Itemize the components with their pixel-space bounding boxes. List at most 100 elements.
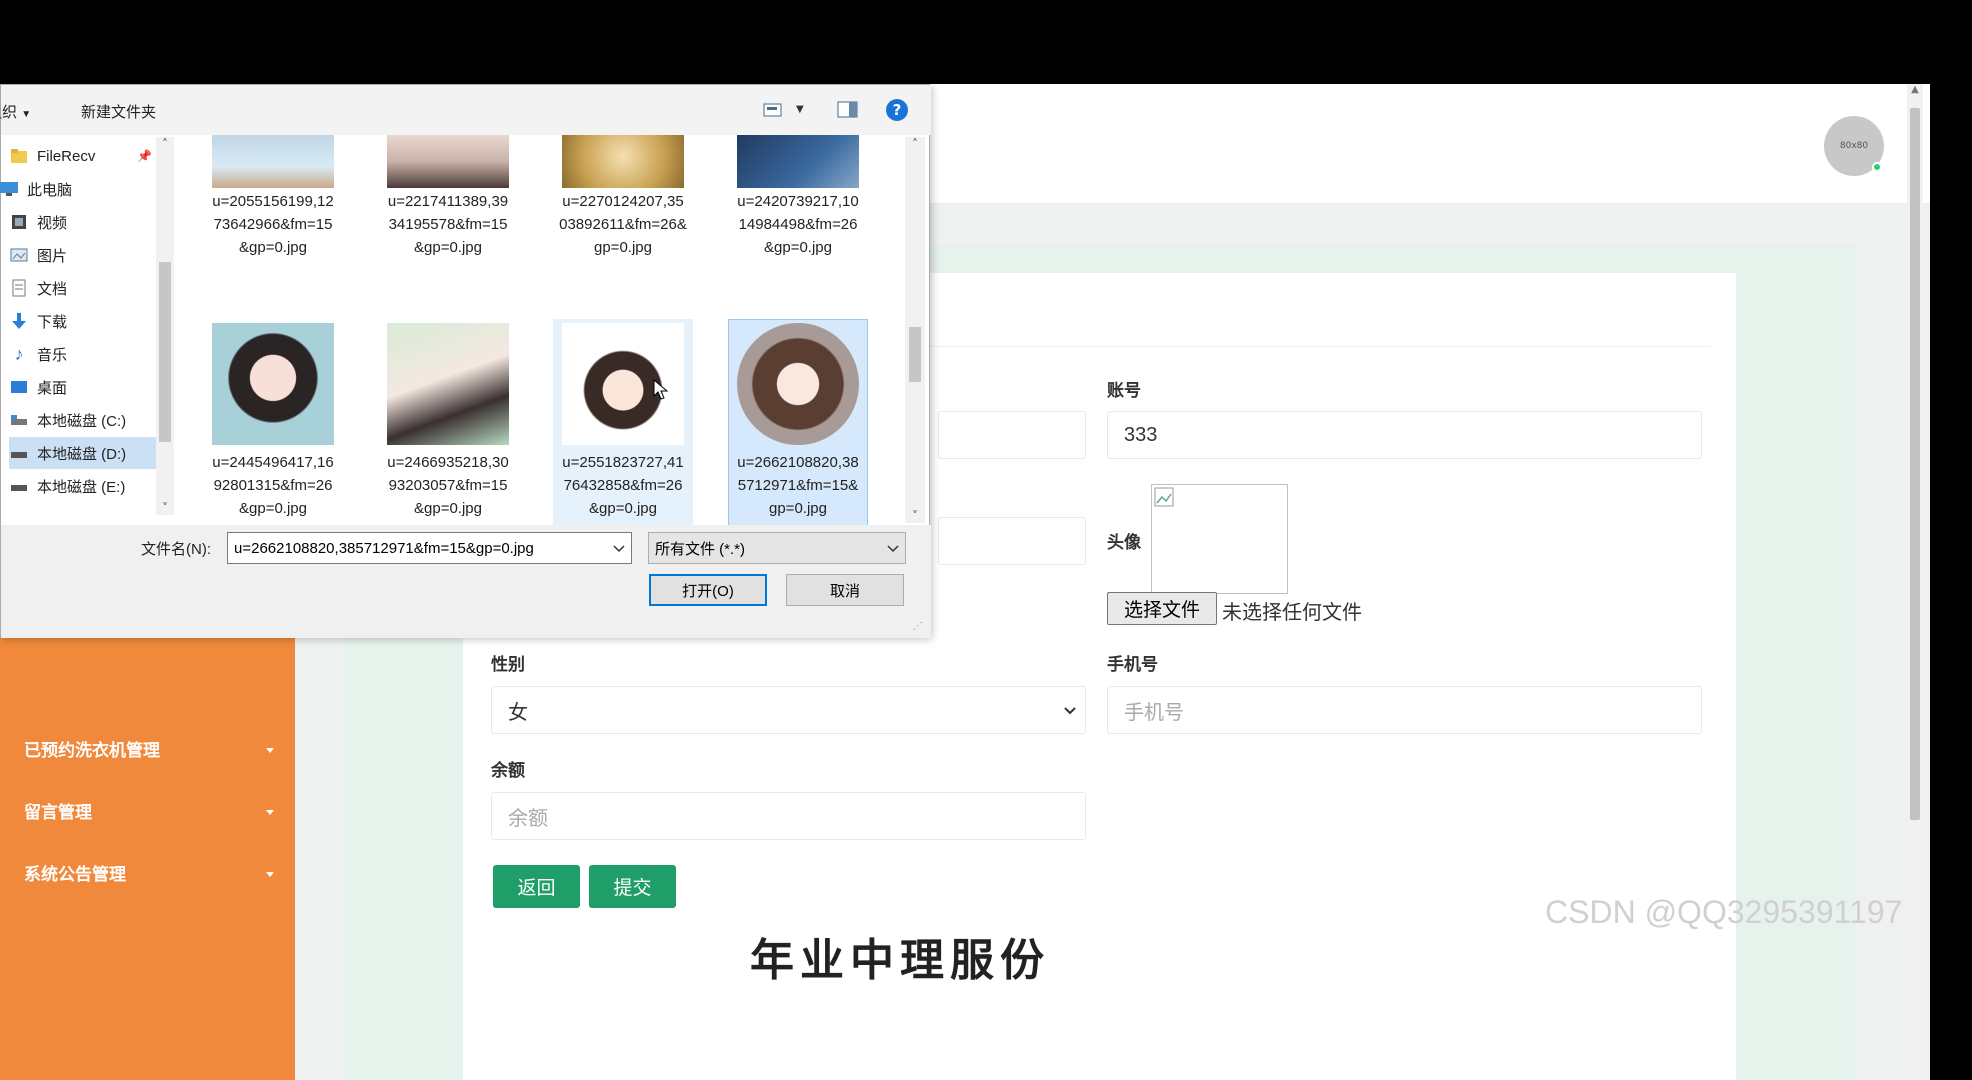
drive-icon bbox=[9, 412, 29, 428]
avatar-label: 头像 bbox=[1107, 533, 1141, 552]
nav-scrollbar[interactable]: ˄ ˅ bbox=[156, 137, 174, 515]
scroll-up-arrow[interactable]: ˄ bbox=[905, 137, 925, 151]
preview-pane-icon[interactable] bbox=[837, 101, 859, 119]
bottom-cut-heading: 年业中理服份 bbox=[750, 936, 1050, 985]
file-item[interactable]: u=2420739217,1014984498&fm=26&gp=0.jpg bbox=[728, 135, 868, 259]
file-item[interactable]: u=2217411389,3934195578&fm=15&gp=0.jpg bbox=[378, 135, 518, 259]
scrollbar-thumb[interactable] bbox=[1910, 108, 1920, 820]
chevron-down-icon bbox=[266, 872, 274, 877]
sidebar-item-messages[interactable]: 留言管理 bbox=[24, 793, 284, 833]
dialog-bottom-bar: 文件名(N): u=2662108820,385712971&fm=15&gp=… bbox=[1, 525, 931, 638]
view-dropdown-arrow-icon[interactable]: ▼ bbox=[796, 104, 804, 115]
cancel-button[interactable]: 取消 bbox=[786, 574, 904, 606]
file-status-text: 未选择任何文件 bbox=[1222, 602, 1362, 624]
nav-item-this-pc[interactable]: 此电脑 bbox=[0, 173, 159, 205]
nav-item-drive-d[interactable]: 本地磁盘 (D:) bbox=[9, 437, 169, 469]
dropdown-arrow-icon: ▼ bbox=[21, 109, 32, 120]
file-list: u=2055156199,1273642966&fm=15&gp=0.jpg u… bbox=[186, 135, 908, 525]
choose-file-button[interactable]: 选择文件 bbox=[1107, 592, 1217, 625]
pin-icon: 📌 bbox=[137, 149, 152, 163]
nav-item-label: 本地磁盘 (D:) bbox=[37, 445, 127, 463]
filename-input[interactable]: u=2662108820,385712971&fm=15&gp=0.jpg bbox=[227, 532, 632, 564]
file-item[interactable]: u=2445496417,1692801315&fm=26&gp=0.jpg bbox=[203, 319, 343, 525]
nav-item-label: 本地磁盘 (E:) bbox=[37, 478, 126, 496]
back-button[interactable]: 返回 bbox=[493, 865, 580, 908]
nav-item-desktop[interactable]: 桌面 bbox=[9, 371, 169, 403]
file-name: u=2466935218,3093203057&fm=15&gp=0.jpg bbox=[387, 454, 509, 517]
filename-label: 文件名(N): bbox=[141, 541, 211, 558]
help-icon[interactable]: ? bbox=[886, 99, 908, 121]
filename-value: u=2662108820,385712971&fm=15&gp=0.jpg bbox=[234, 539, 534, 557]
avatar-preview bbox=[1151, 484, 1288, 594]
nav-item-label: 桌面 bbox=[37, 379, 68, 397]
balance-label: 余额 bbox=[491, 761, 525, 780]
file-name: u=2055156199,1273642966&fm=15&gp=0.jpg bbox=[212, 193, 334, 256]
desktop-icon bbox=[9, 379, 29, 395]
gender-label: 性别 bbox=[491, 655, 525, 674]
file-item[interactable]: u=2551823727,4176432858&fm=26&gp=0.jpg bbox=[553, 319, 693, 525]
new-folder-button[interactable]: 新建文件夹 bbox=[81, 101, 156, 122]
gender-select[interactable]: 女 bbox=[491, 686, 1086, 734]
nav-item-label: 文档 bbox=[37, 280, 68, 298]
computer-icon bbox=[0, 181, 19, 197]
filetype-value: 所有文件 (*.*) bbox=[655, 540, 746, 558]
drive-icon bbox=[9, 478, 29, 494]
balance-input[interactable]: 余额 bbox=[491, 792, 1086, 840]
organize-label: 组织 bbox=[0, 104, 18, 121]
sidebar-item-label: 已预约洗衣机管理 bbox=[24, 741, 160, 760]
file-item-selected[interactable]: u=2662108820,385712971&fm=15&gp=0.jpg bbox=[728, 319, 868, 525]
scroll-up-arrow[interactable]: ˄ bbox=[156, 137, 174, 151]
resize-grip-icon[interactable]: ⋰ bbox=[913, 621, 923, 632]
nav-item-pictures[interactable]: 图片 bbox=[9, 239, 169, 271]
nav-item-label: 本地磁盘 (C:) bbox=[37, 412, 127, 430]
page-scrollbar[interactable]: ▲ bbox=[1907, 84, 1923, 1080]
view-options-icon[interactable] bbox=[763, 102, 783, 118]
file-item[interactable]: u=2270124207,3503892611&fm=26&gp=0.jpg bbox=[553, 135, 693, 259]
scrollbar-thumb[interactable] bbox=[159, 262, 171, 442]
file-name: u=2551823727,4176432858&fm=26&gp=0.jpg bbox=[562, 454, 684, 517]
sidebar-item-label: 系统公告管理 bbox=[24, 865, 126, 884]
scroll-down-arrow[interactable]: ˅ bbox=[156, 501, 174, 515]
chevron-down-icon bbox=[613, 545, 625, 553]
nav-item-downloads[interactable]: 下载 bbox=[9, 305, 169, 337]
sidebar-item-reserved-washer[interactable]: 已预约洗衣机管理 bbox=[24, 731, 284, 771]
organize-menu[interactable]: 组织 ▼ bbox=[0, 101, 47, 122]
navigation-pane: FileRecv 📌 此电脑 视频 图片 文档 下载 ♪ 音乐 桌面 本地磁盘 … bbox=[0, 135, 181, 525]
field-partial-1[interactable] bbox=[938, 411, 1086, 459]
image-thumbnail bbox=[387, 135, 509, 188]
submit-button[interactable]: 提交 bbox=[589, 865, 676, 908]
file-item[interactable]: u=2466935218,3093203057&fm=15&gp=0.jpg bbox=[378, 319, 518, 525]
open-button[interactable]: 打开(O) bbox=[649, 574, 767, 606]
filetype-select[interactable]: 所有文件 (*.*) bbox=[648, 532, 906, 564]
nav-item-label: 视频 bbox=[37, 214, 68, 232]
broken-image-icon bbox=[1154, 487, 1174, 507]
nav-item-drive-e[interactable]: 本地磁盘 (E:) bbox=[9, 470, 169, 502]
account-input[interactable]: 333 bbox=[1107, 411, 1702, 459]
nav-item-drive-c[interactable]: 本地磁盘 (C:) bbox=[9, 404, 169, 436]
file-open-dialog: 组织 ▼ 新建文件夹 ▼ ? FileRecv 📌 此电脑 视频 图片 bbox=[0, 84, 931, 638]
image-thumbnail bbox=[212, 323, 334, 445]
file-list-scrollbar[interactable]: ˄ ˅ bbox=[905, 137, 925, 523]
pictures-icon bbox=[9, 247, 29, 263]
video-icon bbox=[9, 214, 29, 230]
nav-item-filerecv[interactable]: FileRecv 📌 bbox=[9, 140, 169, 172]
field-partial-2[interactable] bbox=[938, 517, 1086, 565]
drive-icon bbox=[9, 445, 29, 461]
nav-item-music[interactable]: ♪ 音乐 bbox=[9, 338, 169, 370]
file-name: u=2445496417,1692801315&fm=26&gp=0.jpg bbox=[212, 454, 334, 517]
scrollbar-thumb[interactable] bbox=[909, 327, 921, 382]
nav-item-label: 此电脑 bbox=[27, 181, 73, 199]
folder-icon bbox=[9, 148, 29, 164]
nav-item-label: 下载 bbox=[37, 313, 68, 331]
music-icon: ♪ bbox=[14, 343, 24, 364]
scroll-up-arrow[interactable]: ▲ bbox=[1909, 84, 1921, 100]
scroll-down-arrow[interactable]: ˅ bbox=[905, 509, 925, 523]
phone-input[interactable]: 手机号 bbox=[1107, 686, 1702, 734]
nav-item-videos[interactable]: 视频 bbox=[9, 206, 169, 238]
gender-select-value: 女 bbox=[508, 701, 528, 724]
chevron-down-icon bbox=[266, 810, 274, 815]
nav-item-documents[interactable]: 文档 bbox=[9, 272, 169, 304]
file-item[interactable]: u=2055156199,1273642966&fm=15&gp=0.jpg bbox=[203, 135, 343, 259]
sidebar-item-announcements[interactable]: 系统公告管理 bbox=[24, 855, 284, 895]
documents-icon bbox=[9, 279, 29, 297]
